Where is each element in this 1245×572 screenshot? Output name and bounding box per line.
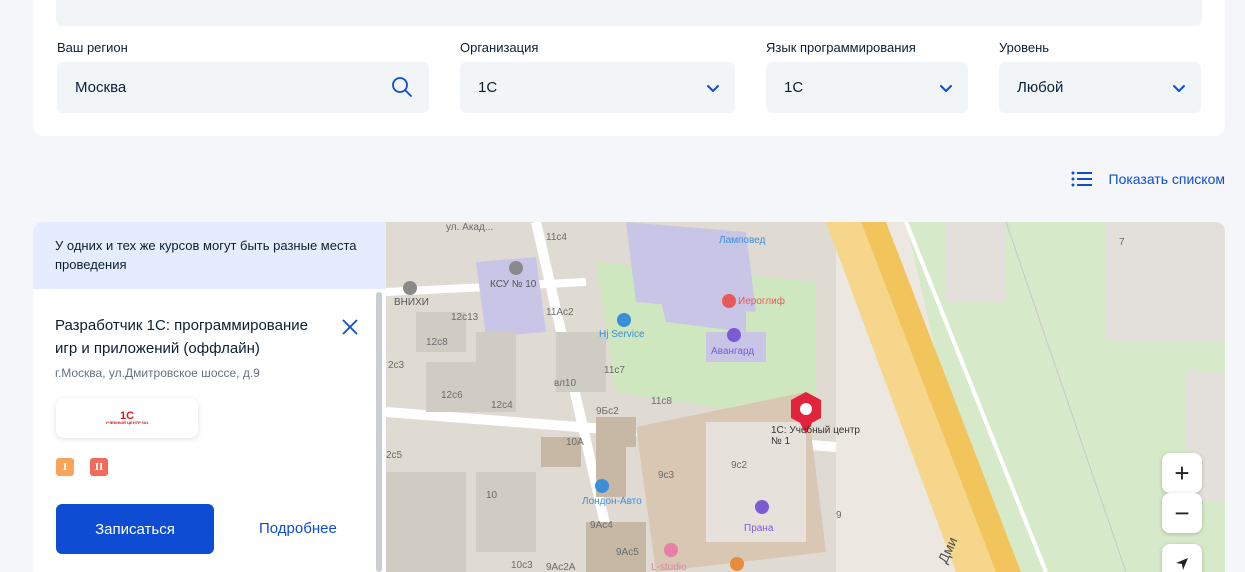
map-label: Hj Service [599,329,645,340]
organization-value: 1С [478,79,498,96]
map-label: 12с4 [491,400,513,411]
region-label: Ваш регион [57,40,128,55]
language-value: 1С [784,79,804,96]
show-list-link[interactable]: Показать списком [1071,170,1226,188]
enroll-button[interactable]: Записаться [56,504,214,554]
zoom-in-button[interactable]: + [1162,453,1202,493]
locate-button[interactable] [1162,544,1202,572]
map-label: 2с3 [388,360,405,371]
course-address: г.Москва, ул.Дмитровское шоссе, д.9 [55,366,260,380]
map-label: Иероглиф [738,296,785,307]
logo-mark: 1С УЧЕБНЫЙ ЦЕНТР №1 [105,410,149,425]
map-label: 9Ас4 [590,520,613,531]
map-label: 11с7 [604,365,625,376]
map-label: 10 [486,490,498,501]
course-title: Разработчик 1С: программирование игр и п… [55,317,308,357]
level-value: Любой [1017,79,1064,96]
map-section: ул. Акад... 11с4 Ламповед КСУ № 10 ВНИХИ… [33,222,1225,572]
course-panel: У одних и тех же курсов могут быть разны… [33,222,386,572]
map-label: 9с2 [731,460,748,471]
map-label: 9Ас2А [546,562,576,572]
zoom-out-button[interactable]: − [1162,493,1202,533]
map-label: 12с13 [451,312,479,323]
map-label: 9 [836,510,842,521]
more-link[interactable]: Подробнее [259,520,337,537]
organization-label: Организация [460,40,539,55]
organization-logo: 1С УЧЕБНЫЙ ЦЕНТР №1 [56,398,198,438]
notice-banner: У одних и тех же курсов могут быть разны… [33,222,386,289]
map-label: ВНИХИ [394,297,429,308]
filter-top-strip [56,0,1202,26]
close-icon[interactable] [340,317,360,337]
search-icon[interactable] [391,76,413,98]
map-label: 11Ас2 [546,307,574,318]
chevron-down-icon [707,85,719,92]
logo-sub: УЧЕБНЫЙ ЦЕНТР №1 [105,419,149,425]
level-select[interactable]: Любой [999,62,1201,113]
map-label: Авангард [711,346,755,357]
region-input[interactable]: Москва [57,62,429,113]
map-label: 1С: Учебный центр № 1 [771,425,860,447]
map-label: 10с3 [511,560,533,571]
map-label: Ламповед [719,235,766,246]
map-label: КСУ № 10 [490,279,537,290]
map-label: 2с5 [386,450,403,461]
list-icon [1071,171,1092,187]
level-badge-1: I [56,458,74,476]
language-label: Язык программирования [766,40,916,55]
show-list-label: Показать списком [1108,171,1226,187]
map-canvas [386,222,1225,572]
map[interactable]: ул. Акад... 11с4 Ламповед КСУ № 10 ВНИХИ… [386,222,1225,572]
map-label: ул. Акад... [446,222,494,233]
map-label: 11с4 [546,232,567,243]
map-label: 12с8 [426,337,448,348]
map-label: 9Ас5 [616,547,639,558]
map-label: вл10 [554,378,577,389]
organization-select[interactable]: 1С [460,62,735,113]
map-label: 12с6 [441,390,463,401]
chevron-down-icon [940,85,952,92]
language-select[interactable]: 1С [766,62,968,113]
region-value: Москва [75,79,127,96]
map-label: Прана [744,523,774,534]
map-label: 10А [566,437,584,448]
map-label: 7 [1119,237,1125,248]
panel-scrollbar[interactable] [376,292,382,572]
map-label: 9Бс2 [596,406,619,417]
navigation-arrow-icon [1176,558,1188,570]
chevron-down-icon [1173,85,1185,92]
level-badge-2: II [90,458,108,476]
map-label: 11с8 [651,396,672,407]
map-label: Лондон-Авто [582,496,642,507]
map-label: 9с3 [658,470,675,481]
level-label: Уровень [999,40,1050,55]
map-label: L-studio [651,562,687,572]
